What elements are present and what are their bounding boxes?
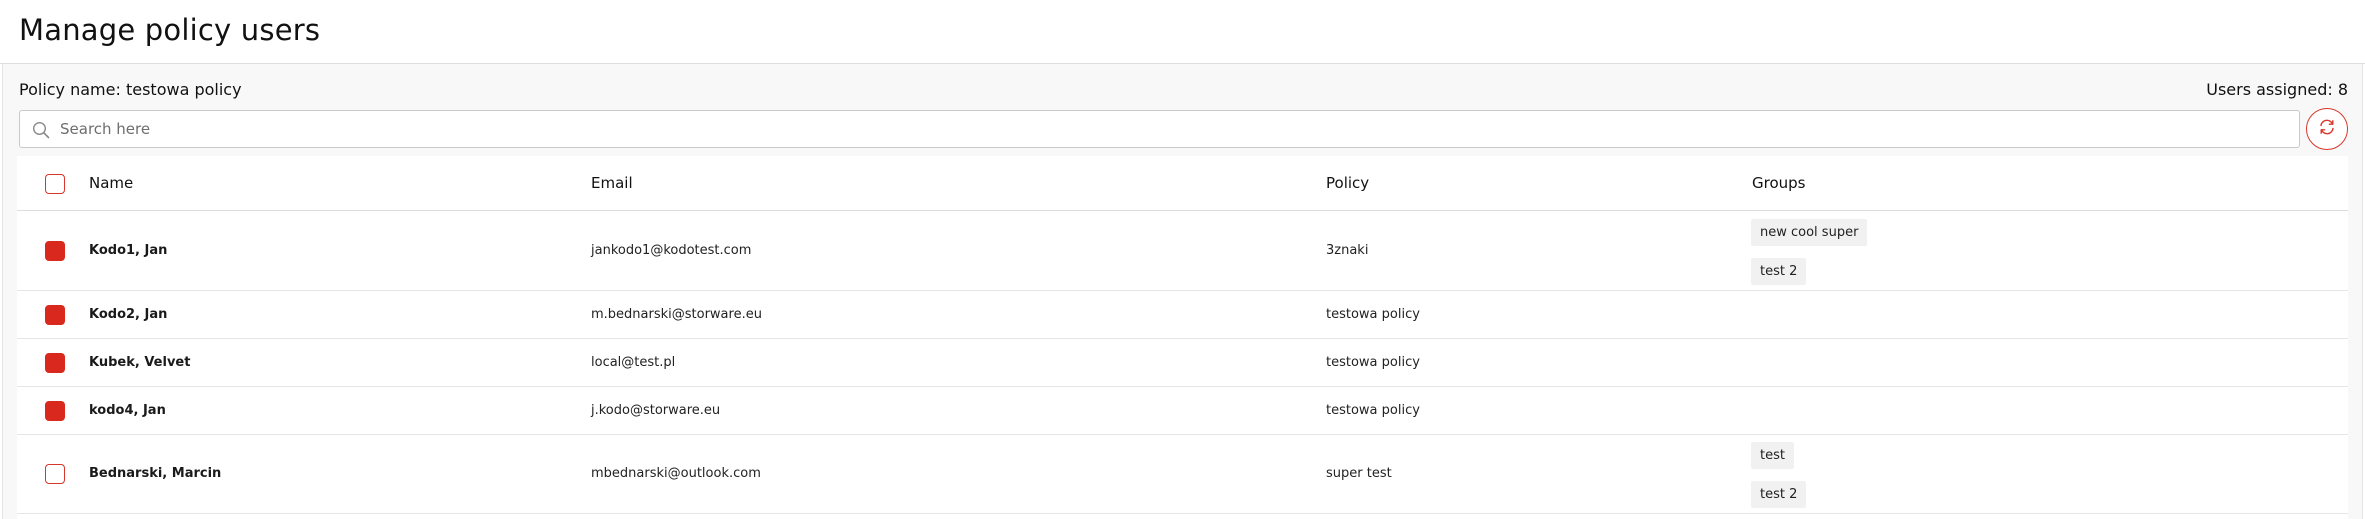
user-name: Bednarski, Marcin [89, 466, 222, 481]
refresh-icon [2317, 117, 2337, 141]
page-header: Manage policy users [0, 0, 2365, 64]
search-input[interactable] [58, 115, 2291, 143]
user-name: Kubek, Velvet [89, 355, 191, 370]
group-tag: new cool super [1751, 219, 1868, 246]
user-email: local@test.pl [591, 355, 676, 370]
user-policy: testowa policy [1326, 307, 1420, 322]
users-table: Name Email Policy Groups Kodo1, Jan jank… [17, 156, 2348, 519]
group-tag: test 2 [1751, 481, 1807, 508]
user-policy: testowa policy [1326, 403, 1420, 418]
table-row[interactable]: kodo4, Jan j.kodo@storware.eu testowa po… [17, 387, 2348, 435]
user-name: Kodo1, Jan [89, 243, 168, 258]
column-header-groups: Groups [1752, 174, 1806, 192]
table-row[interactable]: Bednarski, Marcin mbednarski@outlook.com… [17, 435, 2348, 514]
policy-users-panel: Policy name: testowa policy Users assign… [2, 64, 2363, 519]
select-all-checkbox[interactable] [45, 174, 65, 194]
user-policy: 3znaki [1326, 243, 1369, 258]
group-tag: test 2 [1751, 258, 1807, 285]
refresh-button[interactable] [2306, 108, 2348, 150]
user-email: j.kodo@storware.eu [591, 403, 721, 418]
policy-name-label: Policy name: testowa policy [19, 80, 242, 99]
search-icon [32, 121, 50, 139]
column-header-email[interactable]: Email [591, 174, 633, 192]
column-header-name[interactable]: Name [89, 174, 133, 192]
policy-info-row: Policy name: testowa policy Users assign… [19, 78, 2348, 102]
search-box[interactable] [19, 110, 2300, 148]
users-assigned-count: Users assigned: 8 [2206, 80, 2348, 99]
page-title: Manage policy users [19, 13, 321, 47]
table-row[interactable]: Kodo2, Jan m.bednarski@storware.eu testo… [17, 291, 2348, 339]
group-tag: test [1751, 442, 1794, 469]
column-header-policy[interactable]: Policy [1326, 174, 1369, 192]
user-email: m.bednarski@storware.eu [591, 307, 762, 322]
user-policy: super test [1326, 466, 1392, 481]
row-checkbox[interactable] [45, 401, 65, 421]
search-row [19, 108, 2348, 150]
row-checkbox[interactable] [45, 353, 65, 373]
user-email: mbednarski@outlook.com [591, 466, 761, 481]
user-name: kodo4, Jan [89, 403, 166, 418]
user-name: Kodo2, Jan [89, 307, 168, 322]
table-row[interactable]: Kubek, Velvet local@test.pl testowa poli… [17, 339, 2348, 387]
table-header: Name Email Policy Groups [17, 156, 2348, 211]
user-policy: testowa policy [1326, 355, 1420, 370]
row-checkbox[interactable] [45, 241, 65, 261]
row-checkbox[interactable] [45, 464, 65, 484]
table-row[interactable]: Kodo1, Jan jankodo1@kodotest.com 3znaki … [17, 212, 2348, 291]
user-email: jankodo1@kodotest.com [591, 243, 752, 258]
row-checkbox[interactable] [45, 305, 65, 325]
